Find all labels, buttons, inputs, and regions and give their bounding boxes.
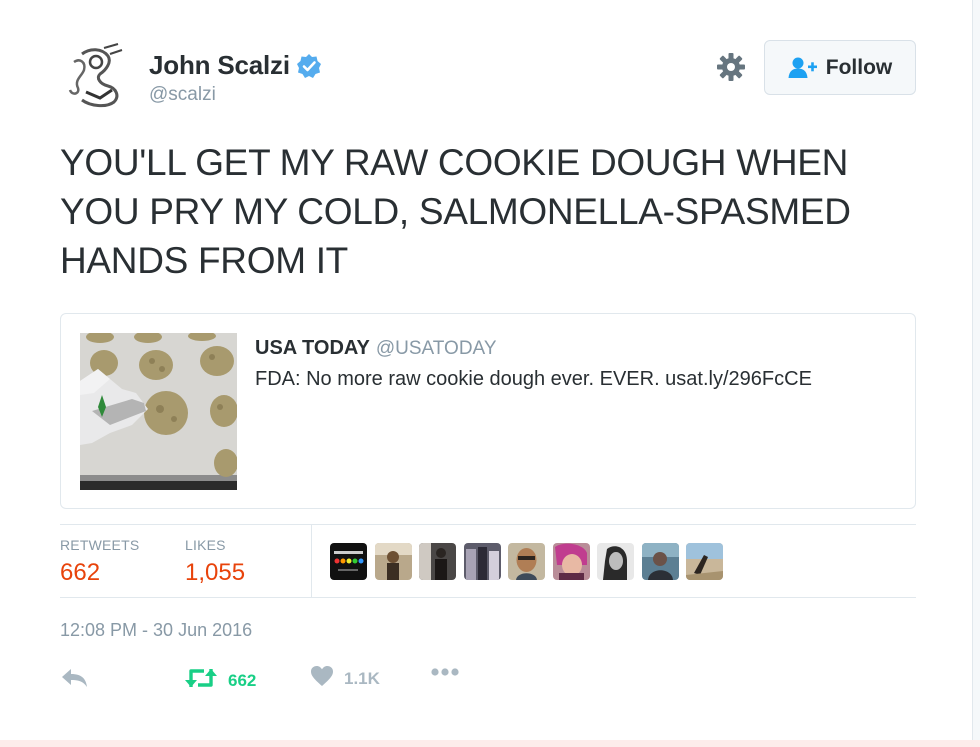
liker-avatar[interactable] [330, 543, 367, 580]
follow-button[interactable]: Follow [764, 40, 916, 95]
heart-icon [310, 665, 334, 692]
author-display-name[interactable]: John Scalzi [149, 50, 290, 81]
retweets-value: 662 [60, 559, 101, 586]
quoted-tweet-text: FDA: No more raw cookie dough ever. EVER… [255, 368, 812, 390]
follow-button-label: Follow [825, 55, 893, 79]
tweet-timestamp[interactable]: 12:08 PM - 30 Jun 2016 [60, 620, 252, 641]
tweet-text: YOU'LL GET MY RAW COOKIE DOUGH WHEN YOU … [60, 138, 940, 285]
liker-avatar[interactable] [374, 543, 412, 580]
quoted-author-name[interactable]: USA TODAY [255, 337, 370, 360]
like-count: 1.1K [344, 668, 380, 688]
liker-avatar[interactable] [597, 543, 634, 580]
quoted-tweet-image[interactable] [80, 333, 237, 490]
avatar-sketch [60, 40, 132, 112]
liker-avatars [330, 543, 731, 580]
reply-button[interactable] [60, 665, 90, 696]
more-icon [430, 665, 460, 683]
likes-value: 1,055 [185, 559, 246, 586]
tweet-header: John Scalzi @scalzi Follow [60, 40, 916, 112]
retweet-icon [184, 665, 218, 696]
author-handle[interactable]: @scalzi [149, 84, 216, 106]
tweet-text-line: YOU'LL GET MY RAW COOKIE DOUGH WHEN [60, 142, 849, 183]
avatar[interactable] [60, 40, 132, 112]
retweet-button[interactable]: 662 [184, 665, 256, 696]
likes-label: LIKES [185, 537, 226, 553]
more-button[interactable] [430, 665, 460, 683]
tweet-text-line: HANDS FROM IT [60, 240, 348, 281]
window-edge-bottom [0, 740, 980, 747]
tweet-stats: RETWEETS 662 LIKES 1,055 [60, 524, 916, 598]
reply-icon [60, 665, 90, 696]
quoted-tweet-header: USA TODAY @USATODAY [255, 337, 497, 360]
likes-stat[interactable]: LIKES 1,055 [185, 537, 245, 587]
liker-avatar[interactable] [686, 543, 723, 580]
retweets-stat[interactable]: RETWEETS 662 [60, 537, 139, 587]
retweets-label: RETWEETS [60, 537, 140, 553]
like-button[interactable]: 1.1K [310, 665, 380, 692]
window-edge-right [972, 0, 980, 747]
tweet-actions: 662 1.1K [60, 665, 660, 697]
liker-avatar[interactable] [641, 543, 679, 580]
stats-divider [311, 525, 312, 597]
name-row: John Scalzi [149, 50, 322, 81]
follow-user-icon [788, 56, 818, 80]
liker-avatar[interactable] [552, 543, 590, 580]
gear-icon[interactable] [716, 52, 746, 82]
quoted-tweet-card[interactable]: USA TODAY @USATODAY FDA: No more raw coo… [60, 313, 916, 509]
liker-avatar[interactable] [419, 543, 456, 580]
quoted-author-handle[interactable]: @USATODAY [376, 338, 497, 360]
verified-badge-icon [296, 53, 322, 79]
tweet-text-line: YOU PRY MY COLD, SALMONELLA-SPASMED [60, 191, 851, 232]
liker-avatar[interactable] [463, 543, 501, 580]
retweet-count: 662 [228, 670, 257, 690]
liker-avatar[interactable] [508, 543, 545, 580]
